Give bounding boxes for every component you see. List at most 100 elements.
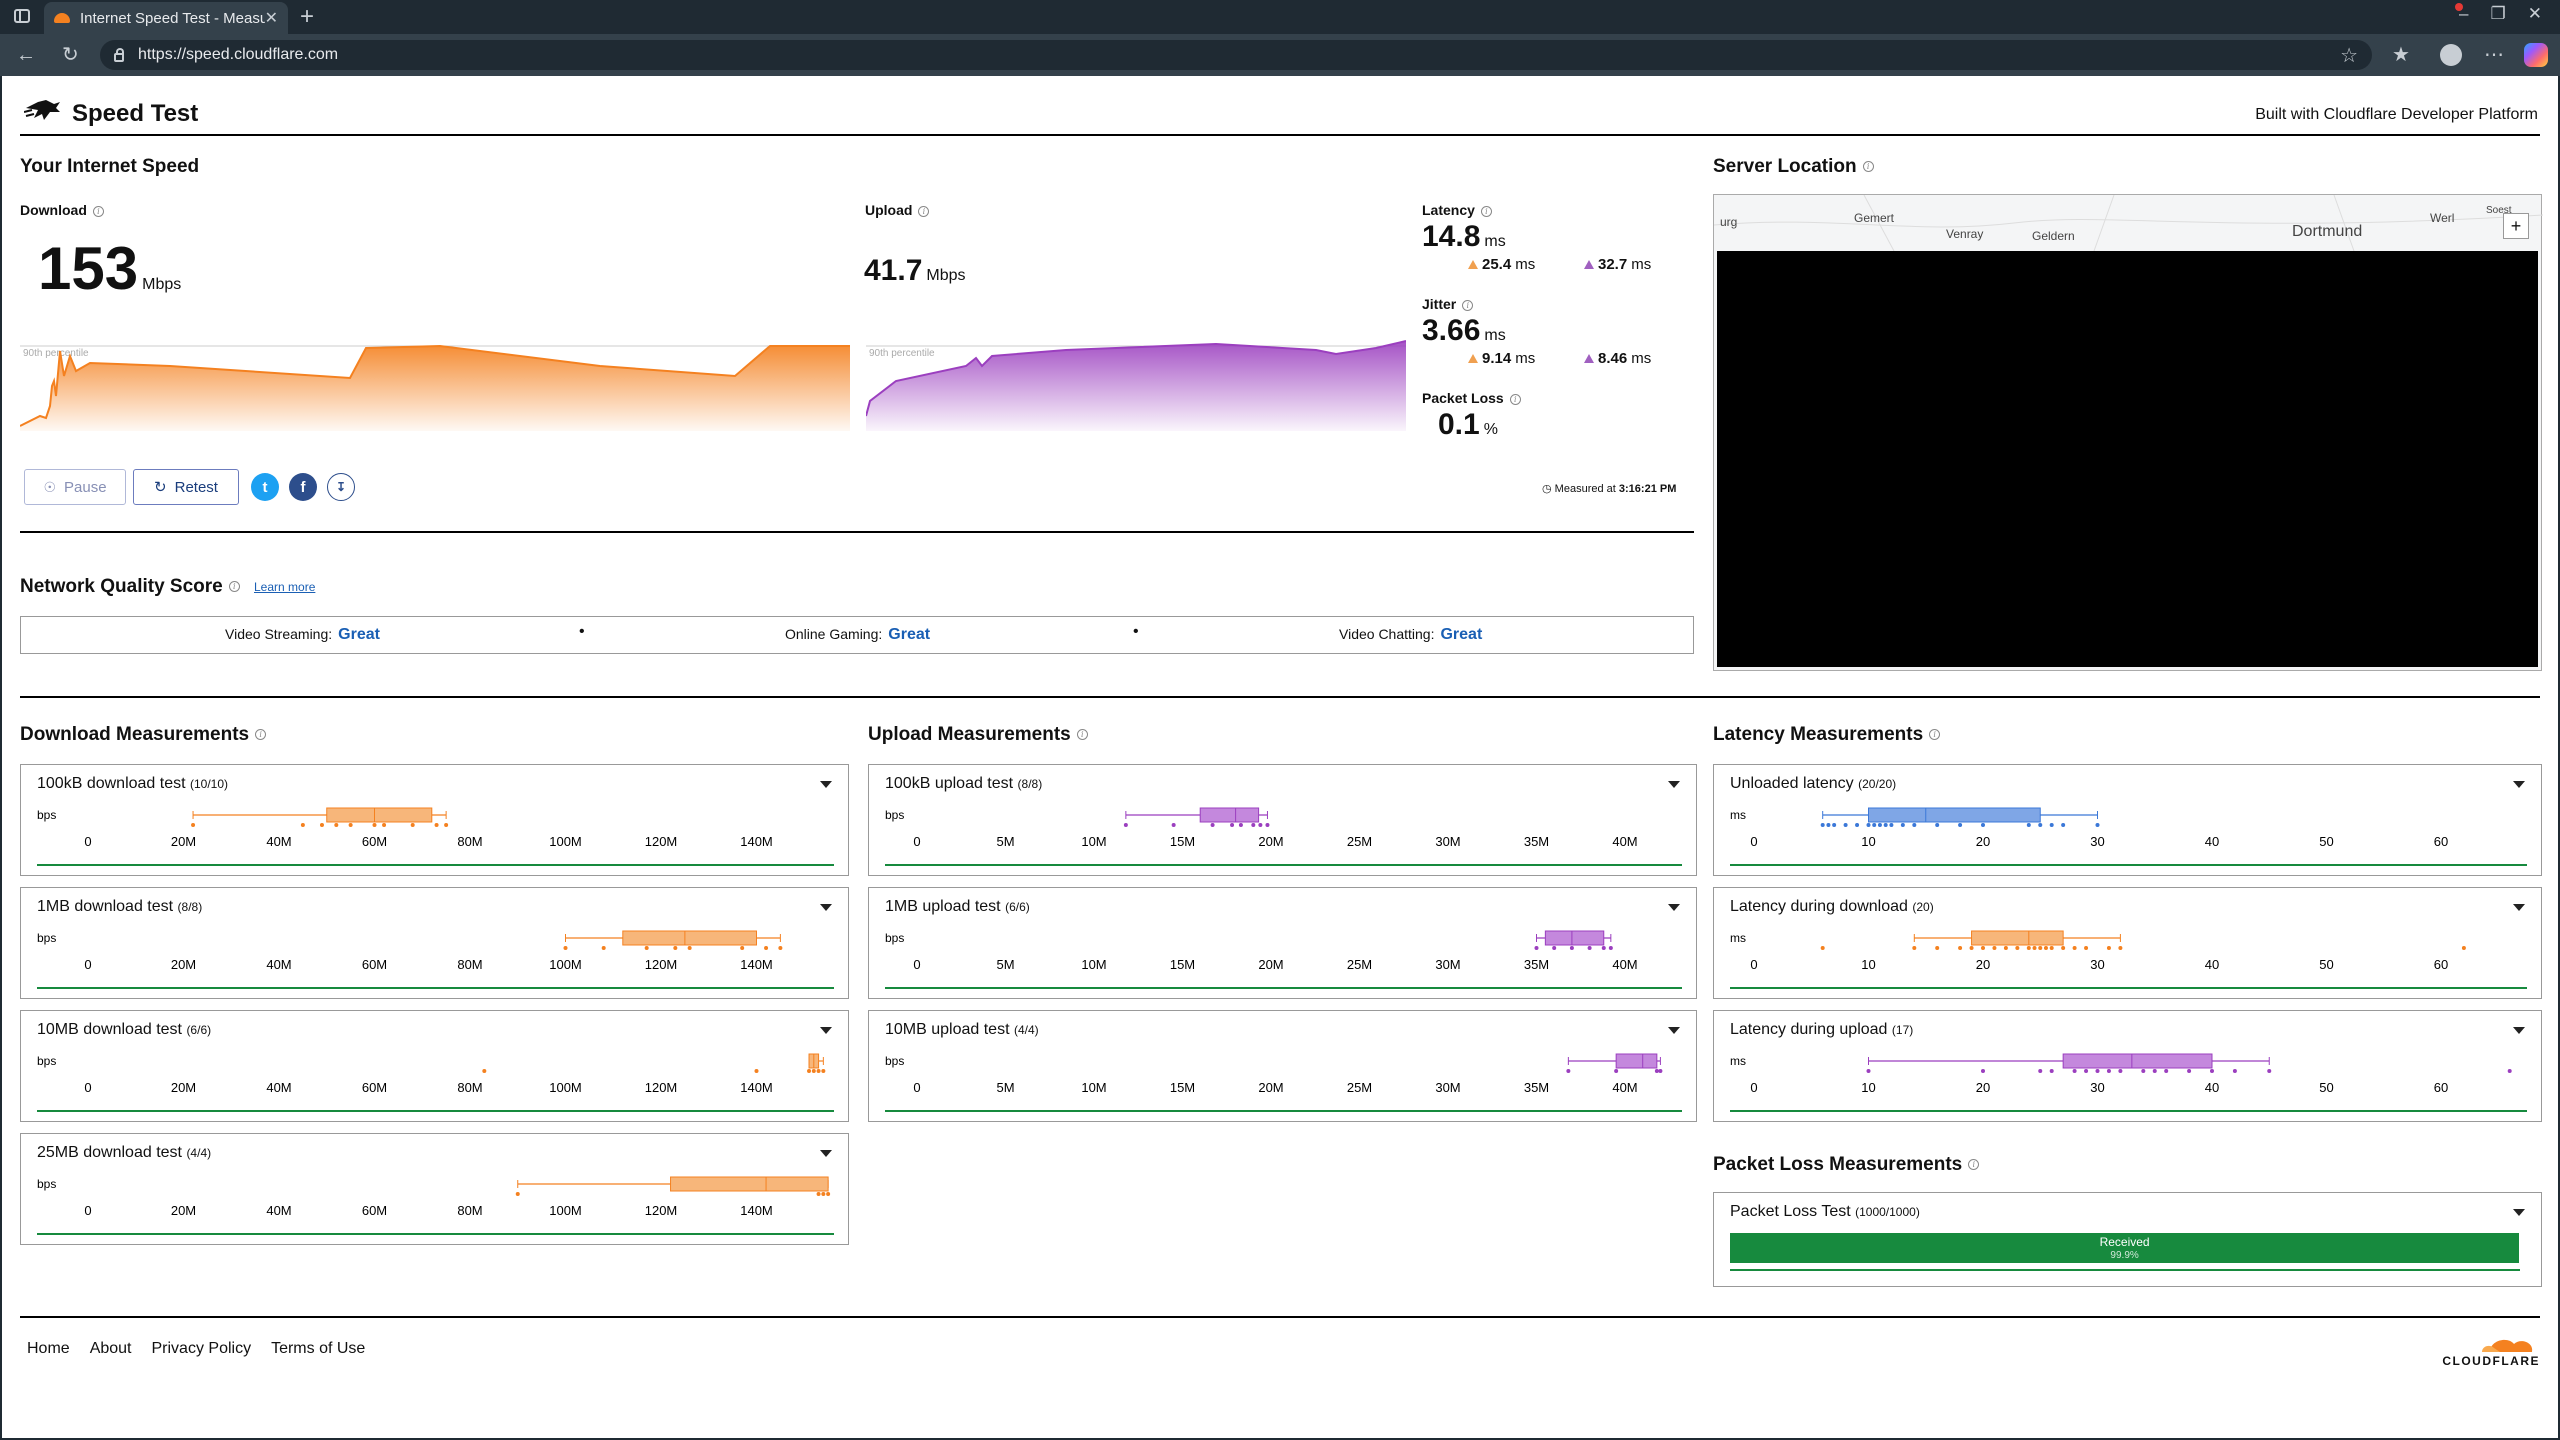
- bookmark-star-icon[interactable]: ☆: [2340, 43, 2358, 68]
- download_measurements-test-card[interactable]: 10MB download test (6/6) bps 0 20M 40M 60M 80M…: [20, 1010, 849, 1122]
- tick-label: 40: [2205, 834, 2219, 849]
- info-icon[interactable]: i: [1509, 393, 1521, 405]
- download_measurements-test-card[interactable]: 25MB download test (4/4) bps 0 20M 40M 60M 80M…: [20, 1133, 849, 1245]
- lock-icon[interactable]: [114, 47, 124, 62]
- tick-label: 20: [1976, 834, 1990, 849]
- info-icon[interactable]: i: [255, 729, 267, 741]
- tick-label: 0: [84, 957, 91, 972]
- packet-loss-test-card[interactable]: Packet Loss Test (1000/1000) Received 99…: [1713, 1192, 2542, 1287]
- restore-icon[interactable]: ❐: [2491, 4, 2506, 24]
- download_measurements-test-card[interactable]: 100kB download test (10/10) bps 0 20M 40M 60M…: [20, 764, 849, 876]
- iqr-box: [1615, 1053, 1658, 1069]
- data-point: [1210, 823, 1215, 827]
- footer-link-privacy[interactable]: Privacy Policy: [152, 1340, 252, 1358]
- data-point: [2061, 823, 2066, 827]
- tick-label: 30M: [1435, 1080, 1460, 1095]
- tick-label: 10M: [1081, 957, 1106, 972]
- footer-link-about[interactable]: About: [90, 1340, 132, 1358]
- data-point: [1866, 823, 1871, 827]
- info-icon[interactable]: i: [1462, 299, 1474, 311]
- download_measurements-boxplot: bps 0 20M 40M 60M 80M 100M 120M 140M: [37, 1176, 834, 1235]
- data-point: [2049, 823, 2054, 827]
- axis-unit-label: bps: [37, 931, 56, 945]
- tab-close-icon[interactable]: ✕: [265, 8, 278, 28]
- latency_measurements-test-card[interactable]: Unloaded latency (20/20) ms 0 10 20 30 40 50 60: [1713, 764, 2542, 876]
- more-menu-icon[interactable]: ⋯: [2484, 42, 2504, 67]
- server-map[interactable]: urg Gemert Venray Geldern Dortmund Werl …: [1713, 194, 2543, 671]
- network-quality-box: Video Streaming: Great • Online Gaming: Gr…: [20, 616, 1694, 654]
- data-point: [1958, 946, 1963, 950]
- info-icon[interactable]: i: [228, 581, 240, 593]
- learn-more-link[interactable]: Learn more: [254, 580, 315, 594]
- browser-tab[interactable]: Internet Speed Test - Measure Network Pe…: [44, 2, 288, 34]
- data-point: [2043, 946, 2048, 950]
- data-point: [1601, 946, 1606, 950]
- upload-value: 41.7 Mbps: [864, 254, 966, 287]
- info-icon[interactable]: i: [1480, 205, 1492, 217]
- data-point: [1900, 823, 1905, 827]
- axis-unit-label: bps: [37, 1177, 56, 1191]
- address-bar[interactable]: https://speed.cloudflare.com ☆: [100, 40, 2372, 70]
- info-icon[interactable]: i: [92, 205, 104, 217]
- tick-label: 60M: [362, 834, 387, 849]
- upload_measurements-test-card[interactable]: 1MB upload test (6/6) bps 0 5M 10M 15M 20M 25M 3…: [868, 887, 1697, 999]
- footer-link-home[interactable]: Home: [27, 1340, 70, 1358]
- tick-label: 25M: [1347, 834, 1372, 849]
- download-graph: 90th percentile: [20, 344, 850, 431]
- upload_measurements-test-card[interactable]: 10MB upload test (4/4) bps 0 5M 10M 15M 20M 25M…: [868, 1010, 1697, 1122]
- url-text[interactable]: https://speed.cloudflare.com: [138, 46, 338, 64]
- download-results-icon[interactable]: ↧: [327, 473, 355, 501]
- map-tile-area[interactable]: [1717, 251, 2538, 667]
- info-icon[interactable]: i: [1929, 729, 1941, 741]
- data-point: [2084, 946, 2089, 950]
- server-location-title: Server Location i: [1713, 156, 1874, 178]
- footer-link-terms[interactable]: Terms of Use: [271, 1340, 365, 1358]
- favorites-icon[interactable]: ★: [2392, 42, 2410, 67]
- data-point: [1534, 946, 1539, 950]
- data-point: [1992, 946, 1997, 950]
- tick-label: 35M: [1524, 834, 1549, 849]
- pause-button[interactable]: ☉ Pause: [24, 469, 126, 505]
- tick-label: 100M: [549, 1080, 582, 1095]
- latency-measurements-title: Latency Measurements i: [1713, 724, 1941, 746]
- info-icon[interactable]: i: [1862, 161, 1874, 173]
- reload-icon[interactable]: ↻: [62, 43, 79, 67]
- latency_measurements-test-card[interactable]: Latency during download (20) ms 0 10 20 30 40 5…: [1713, 887, 2542, 999]
- tick-label: 100M: [549, 834, 582, 849]
- tick-label: 30: [2090, 834, 2104, 849]
- page: Speed Test Built with Cloudflare Develop…: [2, 76, 2558, 1438]
- tick-label: 40M: [1612, 1080, 1637, 1095]
- profile-avatar-icon[interactable]: [2440, 44, 2462, 66]
- new-tab-button[interactable]: +: [300, 3, 314, 31]
- latency_measurements-test-card[interactable]: Latency during upload (17) ms 0 10 20 30 40 50 6…: [1713, 1010, 2542, 1122]
- data-point: [1587, 946, 1592, 950]
- info-icon[interactable]: i: [1076, 729, 1088, 741]
- chevron-down-icon[interactable]: [2513, 1209, 2525, 1216]
- retest-button[interactable]: ↻ Retest: [133, 469, 239, 505]
- map-zoom-in-button[interactable]: +: [2503, 213, 2529, 239]
- data-point: [2072, 1069, 2077, 1073]
- browser-tabbar: Internet Speed Test - Measure Network Pe…: [0, 0, 2560, 34]
- data-point: [515, 1192, 520, 1196]
- tab-actions-icon[interactable]: [14, 9, 30, 23]
- facebook-share-icon[interactable]: f: [289, 473, 317, 501]
- info-icon[interactable]: i: [1968, 1159, 1980, 1171]
- data-point: [1251, 823, 1256, 827]
- download_measurements-test-card[interactable]: 1MB download test (8/8) bps 0 20M 40M 60M 80M 1…: [20, 887, 849, 999]
- back-arrow-icon[interactable]: ←: [16, 43, 36, 67]
- built-with-text: Built with Cloudflare Developer Platform: [2255, 106, 2538, 123]
- data-point: [807, 1069, 812, 1073]
- info-icon[interactable]: i: [918, 205, 930, 217]
- close-window-icon[interactable]: ✕: [2528, 4, 2542, 24]
- tick-label: 80M: [457, 1080, 482, 1095]
- data-point: [1552, 946, 1557, 950]
- tick-label: 140M: [740, 1203, 773, 1218]
- upload_measurements-test-card[interactable]: 100kB upload test (8/8) bps 0 5M 10M 15M 20M 25…: [868, 764, 1697, 876]
- tick-label: 120M: [645, 957, 678, 972]
- axis-unit-label: bps: [885, 808, 904, 822]
- data-point: [563, 946, 568, 950]
- data-point: [1866, 1069, 1871, 1073]
- copilot-icon[interactable]: [2524, 43, 2548, 67]
- twitter-share-icon[interactable]: t: [251, 473, 279, 501]
- video-chatting-score: Video Chatting: Great: [1339, 626, 1483, 643]
